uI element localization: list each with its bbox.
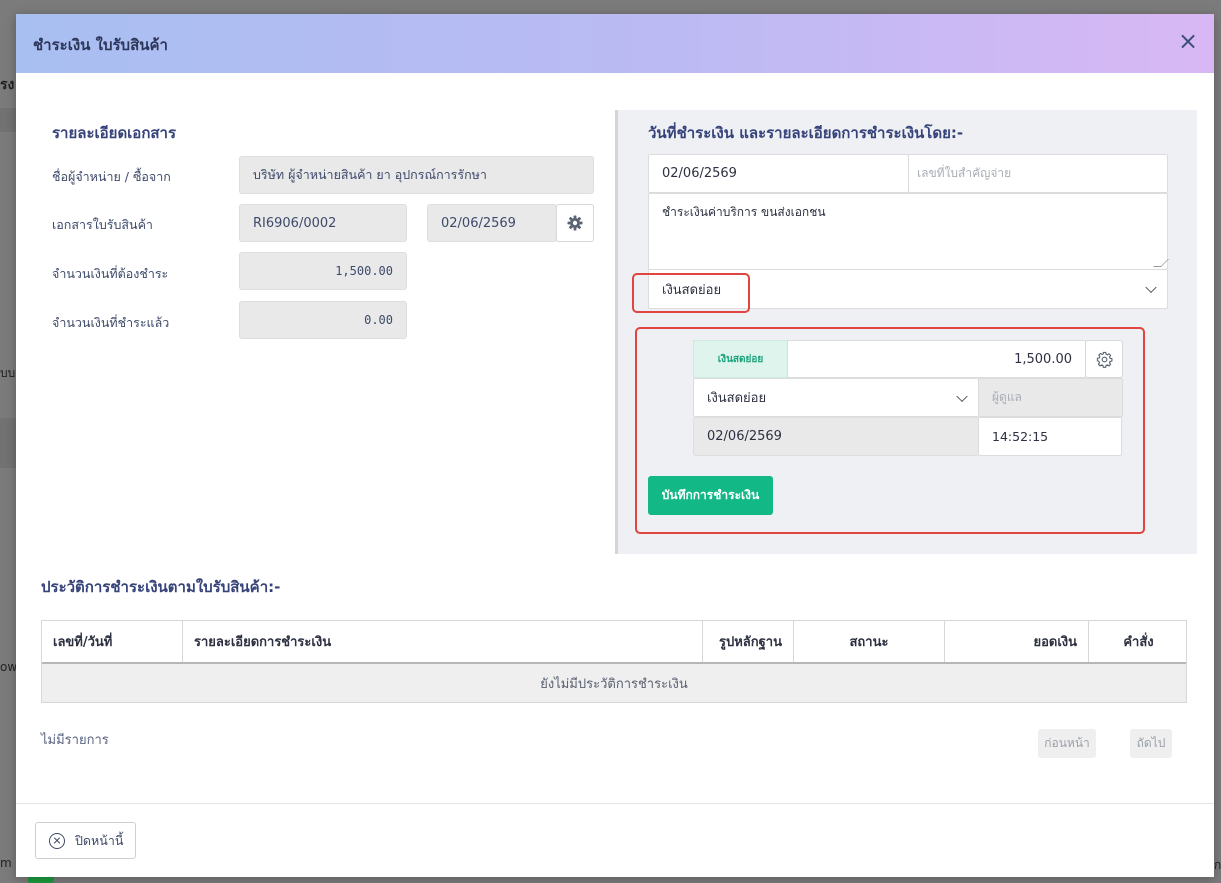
gear-icon [567, 215, 583, 231]
history-table: เลขที่/วันที่ รายละเอียดการชำระเงิน รูปห… [41, 620, 1187, 703]
voucher-number-input[interactable]: เลขที่ใบสำคัญจ่าย [908, 154, 1168, 193]
backdrop-band [0, 108, 16, 132]
backdrop-text: บบ [0, 366, 16, 380]
receipt-settings-button[interactable] [556, 204, 594, 242]
receipt-label: เอกสารใบรับสินค้า [52, 217, 153, 232]
modal-title: ชำระเงิน ใบรับสินค้า [33, 36, 168, 54]
receipt-date: 02/06/2569 [441, 215, 516, 231]
col-amount: ยอดเงิน [945, 621, 1089, 662]
line-date: 02/06/2569 [707, 429, 782, 444]
payment-heading: วันที่ชำระเงิน และรายละเอียดการชำระเงินโ… [648, 124, 964, 142]
amount-paid: 0.00 [364, 313, 393, 327]
payment-type-tag: เงินสดย่อย [693, 340, 788, 378]
chevron-down-icon [956, 390, 968, 402]
col-evidence: รูปหลักฐาน [703, 621, 794, 662]
prev-page-button[interactable]: ก่อนหน้า [1038, 729, 1096, 758]
line-amount: 1,500.00 [1014, 351, 1072, 367]
payment-method: เงินสดย่อย [662, 282, 722, 298]
receipt-date-field: 02/06/2569 [427, 204, 557, 242]
amount-paid-field: 0.00 [239, 301, 407, 339]
no-items-text: ไม่มีรายการ [41, 733, 109, 748]
payment-date-input[interactable]: 02/06/2569 [648, 154, 909, 193]
chevron-down-icon [1145, 281, 1157, 294]
col-details: รายละเอียดการชำระเงิน [183, 621, 703, 662]
amount-due-field: 1,500.00 [239, 252, 407, 290]
doc-heading: รายละเอียดเอกสาร [52, 124, 177, 142]
vendor-field: บริษัท ผู้จำหน่ายสินค้า ยา อุปกรณ์การรัก… [239, 156, 594, 194]
resize-handle[interactable] [1153, 259, 1169, 267]
amount-paid-label: จำนวนเงินที่ชำระแล้ว [52, 315, 170, 330]
empty-text: ยังไม่มีประวัติการชำระเงิน [540, 676, 688, 692]
receipt-number-field: RI6906/0002 [239, 204, 407, 242]
backdrop-text: รง [0, 77, 15, 93]
voucher-placeholder: เลขที่ใบสำคัญจ่าย [917, 166, 1012, 180]
amount-due-label: จำนวนเงินที่ต้องชำระ [52, 266, 169, 281]
custodian-input: ผู้ดูแล [978, 378, 1123, 417]
gear-outline-icon [1096, 351, 1113, 368]
receipt-number: RI6906/0002 [253, 215, 337, 231]
modal-header: ชำระเงิน ใบรับสินค้า × [16, 14, 1214, 73]
backdrop-text: ก [1214, 858, 1221, 872]
close-icon[interactable]: × [1176, 29, 1200, 54]
line-time-input[interactable]: 14:52:15 [978, 417, 1122, 456]
close-circle-icon [49, 832, 65, 849]
vendor-label: ชื่อผู้จำหน่าย / ซื้อจาก [52, 169, 171, 184]
line-date-field: 02/06/2569 [693, 417, 979, 456]
line-time: 14:52:15 [992, 429, 1049, 444]
table-header: เลขที่/วันที่ รายละเอียดการชำระเงิน รูปห… [42, 621, 1186, 664]
vendor-value: บริษัท ผู้จำหน่ายสินค้า ยา อุปกรณ์การรัก… [253, 167, 487, 182]
next-page-button[interactable]: ถัดไป [1130, 729, 1172, 758]
payment-type-tag-label: เงินสดย่อย [717, 353, 764, 365]
line-amount-input[interactable]: 1,500.00 [787, 340, 1086, 378]
col-status: สถานะ [794, 621, 945, 662]
col-number-date: เลขที่/วันที่ [42, 621, 183, 662]
backdrop-band [0, 418, 16, 468]
payment-method-select[interactable]: เงินสดย่อย [648, 269, 1168, 309]
fund-select[interactable]: เงินสดย่อย [693, 378, 979, 417]
payment-panel: วันที่ชำระเงิน และรายละเอียดการชำระเงินโ… [615, 110, 1197, 554]
close-page-button[interactable]: ปิดหน้านี้ [35, 822, 136, 859]
col-actions: คำสั่ง [1123, 635, 1154, 650]
payment-modal: ชำระเงิน ใบรับสินค้า × รายละเอียดเอกสาร … [16, 14, 1214, 877]
empty-row: ยังไม่มีประวัติการชำระเงิน [42, 664, 1186, 702]
payment-note: ชำระเงินค่าบริการ ขนส่งเอกชน [662, 205, 826, 219]
fund-value: เงินสดย่อย [707, 391, 767, 406]
amount-due: 1,500.00 [335, 264, 393, 278]
history-heading: ประวัติการชำระเงินตามใบรับสินค้า:- [41, 578, 281, 596]
save-payment-button[interactable]: บันทึกการชำระเงิน [648, 476, 773, 515]
footer-divider [16, 803, 1214, 804]
line-settings-button[interactable] [1085, 340, 1123, 378]
payment-date: 02/06/2569 [662, 166, 737, 181]
backdrop-text: m [0, 856, 12, 870]
close-page-label: ปิดหน้านี้ [75, 832, 124, 848]
payment-note-textarea[interactable]: ชำระเงินค่าบริการ ขนส่งเอกชน [648, 193, 1169, 270]
custodian-placeholder: ผู้ดูแล [992, 390, 1022, 404]
